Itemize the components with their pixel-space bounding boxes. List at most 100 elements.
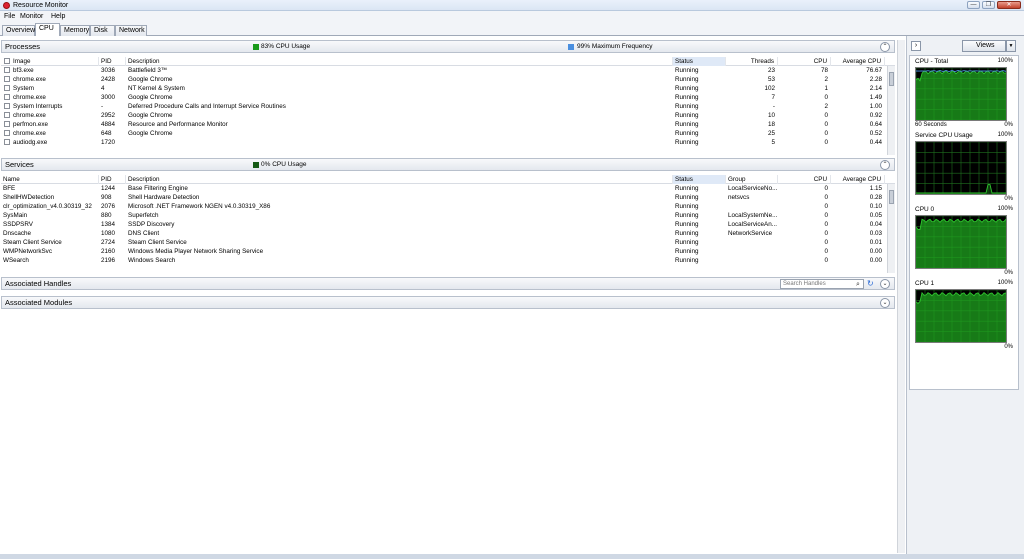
processes-cpu-usage: 83% CPU Usage — [261, 43, 311, 50]
service-row[interactable]: BFE 1244 Base Filtering Engine Running Local… — [1, 184, 887, 193]
service-row[interactable]: Dnscache 1080 DNS Client Running NetworkServ… — [1, 229, 887, 238]
graph-max-label: 100% — [997, 58, 1013, 64]
refresh-icon[interactable]: ↻ — [867, 278, 874, 289]
graph-title: CPU 0 — [915, 206, 935, 213]
search-handles-input[interactable]: Search Handles — [780, 279, 864, 289]
graph-min-label: 0% — [1004, 344, 1013, 350]
process-checkbox[interactable] — [4, 103, 10, 109]
process-row[interactable]: perfmon.exe 4884 Resource and Performance … — [1, 120, 887, 129]
process-checkbox[interactable] — [4, 85, 10, 91]
processes-scrollbar[interactable] — [887, 66, 895, 155]
cell-pid: 3036 — [101, 67, 116, 74]
services-scroll-thumb[interactable] — [889, 190, 894, 204]
cell-description: Windows Media Player Network Sharing Ser… — [128, 248, 264, 255]
process-row[interactable]: chrome.exe 2428 Google Chrome Running 53 2 2.2… — [1, 75, 887, 84]
process-checkbox[interactable] — [4, 139, 10, 145]
graph-title: Service CPU Usage — [915, 132, 973, 139]
process-checkbox[interactable] — [4, 94, 10, 100]
col-service-pid[interactable]: PID — [99, 175, 126, 184]
views-button[interactable]: Views — [962, 40, 1006, 52]
menu-help[interactable]: Help — [51, 12, 65, 21]
expand-modules-button[interactable]: ⌄ — [880, 298, 890, 308]
col-service-cpu[interactable]: CPU — [778, 175, 831, 184]
process-row[interactable]: chrome.exe 2952 Google Chrome Running 10 0 0.9… — [1, 111, 887, 120]
col-service-average-cpu[interactable]: Average CPU — [831, 175, 885, 184]
tab-bar: Overview CPU Memory Disk Network — [0, 22, 1024, 37]
tab-cpu[interactable]: CPU — [35, 23, 60, 37]
cell-image: chrome.exe — [13, 94, 46, 101]
search-icon[interactable]: ⌕ — [856, 279, 860, 290]
menu-monitor[interactable]: Monitor — [20, 12, 43, 21]
menu-file[interactable]: File — [4, 12, 15, 21]
tab-memory[interactable]: Memory — [60, 25, 90, 36]
col-service-status[interactable]: Status — [673, 175, 726, 184]
maximize-button[interactable]: ❐ — [982, 1, 995, 9]
col-status[interactable]: Status — [673, 57, 726, 66]
service-row[interactable]: WMPNetworkSvc 2160 Windows Media Player Ne… — [1, 247, 887, 256]
graphs-container: CPU - Total 100% 60 Seconds 0% Service CPU U… — [909, 55, 1019, 390]
expand-handles-button[interactable]: ⌄ — [880, 279, 890, 289]
col-pid[interactable]: PID — [99, 57, 126, 66]
cell-cpu: 0 — [824, 221, 828, 228]
process-checkbox[interactable] — [4, 121, 10, 127]
cell-group — [726, 238, 778, 247]
service-row[interactable]: clr_optimization_v4.0.30319_32 2076 Micros… — [1, 202, 887, 211]
col-image[interactable]: Image — [11, 57, 99, 66]
process-row[interactable]: audiodg.exe 1720 Running 5 0 0.44 — [1, 138, 887, 147]
cell-average-cpu: 0.64 — [869, 121, 882, 128]
process-checkbox[interactable] — [4, 67, 10, 73]
cell-group — [726, 202, 778, 211]
tab-disk[interactable]: Disk — [90, 25, 115, 36]
process-checkbox[interactable] — [4, 112, 10, 118]
process-row[interactable]: System Interrupts - Deferred Procedure Cal… — [1, 102, 887, 111]
process-row[interactable]: System 4 NT Kernel & System Running 102 1 2.14 — [1, 84, 887, 93]
col-average-cpu[interactable]: Average CPU — [831, 57, 885, 66]
handles-header[interactable]: Associated Handles Search Handles ⌕ ↻ ⌄ — [1, 277, 895, 290]
cell-description: Steam Client Service — [128, 239, 187, 246]
process-row[interactable]: chrome.exe 3000 Google Chrome Running 7 0 1.49 — [1, 93, 887, 102]
service-row[interactable]: SysMain 880 Superfetch Running LocalSystemNe… — [1, 211, 887, 220]
graph-min-label: 0% — [1004, 196, 1013, 202]
cell-description: Google Chrome — [128, 130, 173, 137]
col-group[interactable]: Group — [726, 175, 778, 184]
col-description[interactable]: Description — [126, 57, 673, 66]
graph-max-label: 100% — [997, 132, 1013, 138]
process-checkbox[interactable] — [4, 130, 10, 136]
col-cpu[interactable]: CPU — [778, 57, 831, 66]
process-row[interactable]: chrome.exe 648 Google Chrome Running 25 0 0.52 — [1, 129, 887, 138]
collapse-services-button[interactable]: ⌃ — [880, 160, 890, 170]
col-service-description[interactable]: Description — [126, 175, 673, 184]
minimize-button[interactable]: — — [967, 1, 980, 9]
col-name[interactable]: Name — [1, 175, 99, 184]
cell-average-cpu: 0.52 — [869, 130, 882, 137]
expand-panel-button[interactable]: › — [911, 41, 921, 51]
cell-status: Running — [675, 230, 699, 237]
col-threads[interactable]: Threads — [726, 57, 778, 66]
cell-description: NT Kernel & System — [128, 85, 185, 92]
cell-average-cpu: 1.15 — [869, 185, 882, 192]
process-row[interactable]: bf3.exe 3036 Battlefield 3™ Running 23 78 76.6… — [1, 66, 887, 75]
cell-status: Running — [675, 76, 699, 83]
views-dropdown-arrow[interactable]: ▼ — [1006, 40, 1016, 52]
cell-average-cpu: 0.01 — [869, 239, 882, 246]
cell-name: Steam Client Service — [3, 239, 62, 246]
service-row[interactable]: Steam Client Service 2724 Steam Client Ser… — [1, 238, 887, 247]
close-button[interactable]: ✕ — [997, 1, 1021, 9]
process-checkbox[interactable] — [4, 76, 10, 82]
cell-cpu: 1 — [824, 85, 828, 92]
service-row[interactable]: SSDPSRV 1384 SSDP Discovery Running LocalSer… — [1, 220, 887, 229]
modules-header[interactable]: Associated Modules ⌄ — [1, 296, 895, 309]
main-scrollbar[interactable] — [897, 40, 905, 553]
select-all-checkbox[interactable] — [4, 58, 10, 64]
tab-network[interactable]: Network — [115, 25, 147, 36]
processes-scroll-thumb[interactable] — [889, 72, 894, 86]
collapse-processes-button[interactable]: ⌃ — [880, 42, 890, 52]
processes-header[interactable]: Processes 83% CPU Usage 99% Maximum Freq… — [1, 40, 895, 53]
service-row[interactable]: ShellHWDetection 908 Shell Hardware Detect… — [1, 193, 887, 202]
cell-description: Superfetch — [128, 212, 159, 219]
cpu-graph: CPU - Total 100% 60 Seconds 0% — [910, 58, 1020, 132]
services-header[interactable]: Services 0% CPU Usage ⌃ — [1, 158, 895, 171]
tab-overview[interactable]: Overview — [2, 25, 35, 36]
services-scrollbar[interactable] — [887, 184, 895, 273]
service-row[interactable]: WSearch 2196 Windows Search Running 0 0.00 — [1, 256, 887, 265]
